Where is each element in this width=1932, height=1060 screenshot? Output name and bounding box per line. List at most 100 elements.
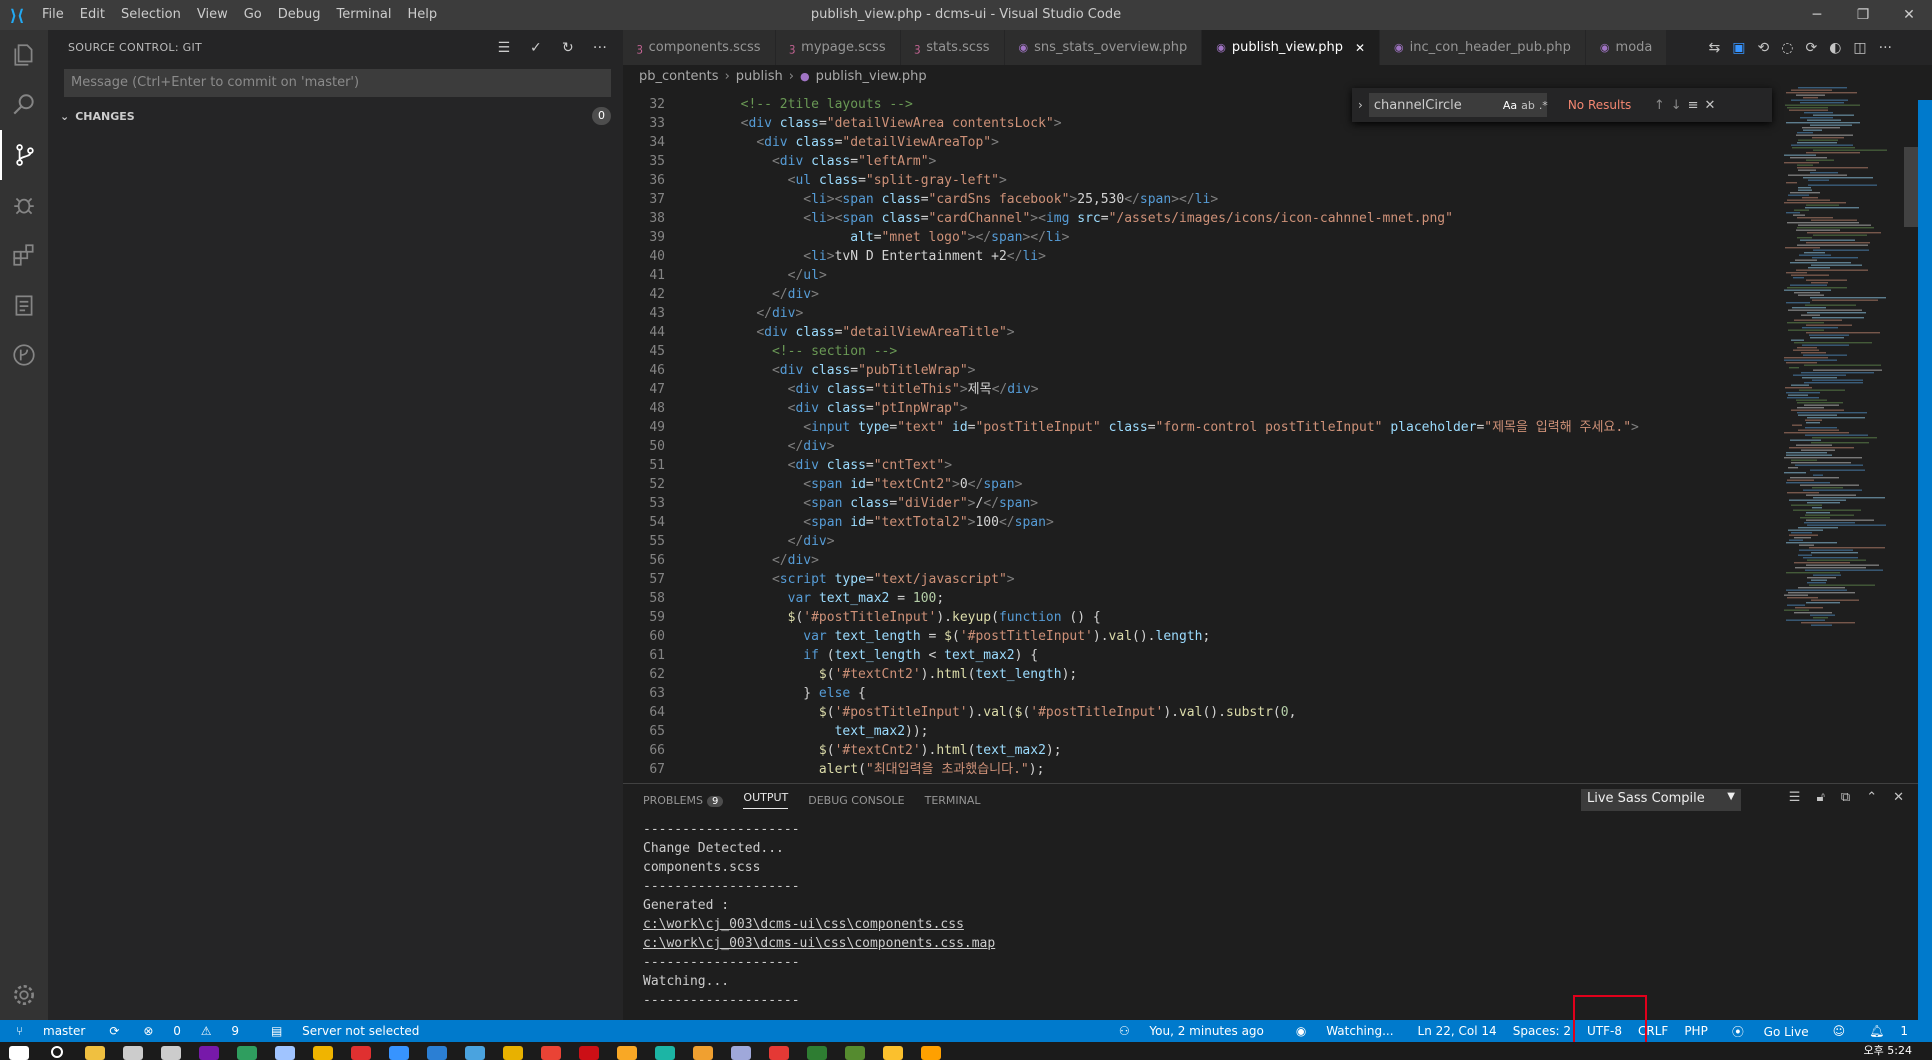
tab-publish-view-php[interactable]: ◉ publish_view.php ✕ [1202, 30, 1381, 65]
regex-icon[interactable]: .* [1539, 99, 1548, 112]
open-log-icon[interactable]: ⧉ [1841, 790, 1850, 805]
go-live-button[interactable]: ⦿ Go Live [1716, 1023, 1825, 1040]
clear-output-icon[interactable]: ☰ [1789, 790, 1801, 805]
output-channel-select[interactable]: Live Sass Compile ▼ [1581, 789, 1741, 811]
taskbar-app-icon[interactable] [44, 1042, 70, 1060]
scrollbar-thumb[interactable] [1904, 147, 1918, 227]
feedback-icon[interactable]: ☺ [1825, 1024, 1854, 1038]
taskbar-app-icon[interactable] [690, 1042, 716, 1060]
tab-stats-scss[interactable]: ꝫ stats.scss [900, 30, 1005, 65]
close-tab-icon[interactable]: ✕ [1355, 41, 1365, 55]
taskbar-app-icon[interactable] [918, 1042, 944, 1060]
taskbar-app-icon[interactable] [804, 1042, 830, 1060]
close-window-icon[interactable]: ✕ [1886, 0, 1932, 30]
sync-icon[interactable]: ⟳ [101, 1024, 127, 1038]
indentation-setting[interactable]: Spaces: 2 [1505, 1024, 1579, 1038]
tab-mypage-scss[interactable]: ꝫ mypage.scss [775, 30, 901, 65]
taskbar-app-icon[interactable] [120, 1042, 146, 1060]
taskbar-app-icon[interactable] [880, 1042, 906, 1060]
taskbar-app-icon[interactable] [158, 1042, 184, 1060]
server-status[interactable]: ▤ Server not selected [255, 1024, 435, 1038]
close-find-icon[interactable]: ✕ [1705, 98, 1716, 113]
tab-output[interactable]: OUTPUT [743, 791, 789, 809]
breadcrumb-file[interactable]: publish_view.php [816, 69, 927, 84]
open-preview-icon[interactable]: ▣ [1732, 40, 1745, 56]
breadcrumb-folder[interactable]: publish [736, 69, 783, 84]
match-case-icon[interactable]: Aa [1503, 99, 1517, 112]
editor-scrollbar[interactable] [1904, 87, 1918, 777]
taskbar-app-icon[interactable] [576, 1042, 602, 1060]
taskbar-app-icon[interactable] [500, 1042, 526, 1060]
output-link[interactable]: c:\work\cj_003\dcms-ui\css\components.cs… [643, 915, 1898, 934]
taskbar-app-icon[interactable] [538, 1042, 564, 1060]
refresh-icon[interactable]: ↻ [557, 40, 579, 56]
menu-selection[interactable]: Selection [113, 0, 189, 30]
view-as-list-icon[interactable]: ☰ [493, 40, 515, 56]
tab-components-scss[interactable]: ꝫ components.scss [623, 30, 776, 65]
menu-go[interactable]: Go [236, 0, 270, 30]
previous-match-icon[interactable]: ↑ [1654, 98, 1665, 113]
output-link[interactable]: c:\work\cj_003\dcms-ui\css\components.cs… [643, 934, 1898, 953]
explorer-icon[interactable] [0, 30, 48, 80]
taskbar-app-icon[interactable] [614, 1042, 640, 1060]
debug-icon[interactable] [0, 180, 48, 230]
taskbar-app-icon[interactable] [196, 1042, 222, 1060]
split-editor-icon[interactable]: ◫ [1853, 40, 1866, 56]
changes-group[interactable]: ⌄ CHANGES 0 [48, 105, 623, 127]
search-icon[interactable] [0, 80, 48, 130]
taskbar-app-icon[interactable] [728, 1042, 754, 1060]
tab-inc-con-header-pub-php[interactable]: ◉ inc_con_header_pub.php [1380, 30, 1586, 65]
menu-file[interactable]: File [34, 0, 72, 30]
taskbar-app-icon[interactable] [386, 1042, 412, 1060]
more-editor-actions-icon[interactable]: ··· [1879, 40, 1892, 56]
more-actions-icon[interactable]: ··· [589, 40, 611, 56]
match-whole-word-icon[interactable]: ab [1521, 99, 1535, 112]
problems-status[interactable]: ⊗ 0 ⚠ 9 [127, 1024, 255, 1038]
taskbar-app-icon[interactable] [82, 1042, 108, 1060]
find-in-selection-icon[interactable]: ≡ [1688, 98, 1699, 113]
cursor-position[interactable]: Ln 22, Col 14 [1410, 1024, 1505, 1038]
taskbar-app-icon[interactable] [6, 1042, 32, 1060]
menu-view[interactable]: View [189, 0, 236, 30]
taskbar-app-icon[interactable] [310, 1042, 336, 1060]
taskbar-app-icon[interactable] [424, 1042, 450, 1060]
menu-debug[interactable]: Debug [270, 0, 329, 30]
manage-gear-icon[interactable] [0, 970, 48, 1020]
next-change-icon[interactable]: ⟳ [1805, 40, 1817, 56]
menu-edit[interactable]: Edit [72, 0, 113, 30]
toggle-blame-icon[interactable]: ◐ [1829, 40, 1841, 56]
git-blame-status[interactable]: ⚇ You, 2 minutes ago [1103, 1024, 1280, 1038]
tab-terminal[interactable]: TERMINAL [925, 794, 981, 807]
notifications-status[interactable]: 🔔︎ 1 [1853, 1024, 1924, 1038]
restore-icon[interactable]: ❐ [1840, 0, 1886, 30]
previous-change-icon[interactable]: ◌ [1781, 40, 1793, 56]
toggle-replace-icon[interactable]: › [1358, 98, 1363, 112]
code-editor[interactable]: 32 <!-- 2tile layouts --> 33 <div class="… [623, 87, 1913, 777]
taskbar-app-icon[interactable] [348, 1042, 374, 1060]
taskbar-app-icon[interactable] [842, 1042, 868, 1060]
tab-debug-console[interactable]: DEBUG CONSOLE [808, 794, 904, 807]
taskbar-app-icon[interactable] [272, 1042, 298, 1060]
sass-watch-status[interactable]: ◉ Watching... [1280, 1024, 1410, 1038]
next-match-icon[interactable]: ↓ [1671, 98, 1682, 113]
taskbar-app-icon[interactable] [766, 1042, 792, 1060]
remote-explorer-icon[interactable] [0, 280, 48, 330]
breadcrumb-folder[interactable]: pb_contents [639, 69, 719, 84]
minimap[interactable] [1780, 87, 1904, 647]
extensions-icon[interactable] [0, 230, 48, 280]
tab-problems[interactable]: PROBLEMS 9 [643, 794, 724, 807]
commit-message-input[interactable]: Message (Ctrl+Enter to commit on 'master… [64, 69, 611, 97]
menu-help[interactable]: Help [399, 0, 445, 30]
compare-icon[interactable]: ⟲ [1758, 40, 1770, 56]
menu-terminal[interactable]: Terminal [329, 0, 400, 30]
taskbar-clock[interactable]: 오후 5:24 [1864, 1042, 1912, 1060]
commit-check-icon[interactable]: ✓ [525, 40, 547, 56]
open-changes-icon[interactable]: ⇆ [1709, 40, 1721, 56]
close-panel-icon[interactable]: ✕ [1893, 790, 1904, 805]
branch-status[interactable]: ⑂ master [0, 1024, 101, 1038]
minimize-icon[interactable]: ─ [1794, 0, 1840, 30]
taskbar-app-icon[interactable] [462, 1042, 488, 1060]
tab-sns-stats-overview-php[interactable]: ◉ sns_stats_overview.php [1004, 30, 1203, 65]
source-control-icon[interactable] [0, 130, 48, 180]
lock-scroll-icon[interactable]: 🔓︎ [1816, 790, 1824, 805]
